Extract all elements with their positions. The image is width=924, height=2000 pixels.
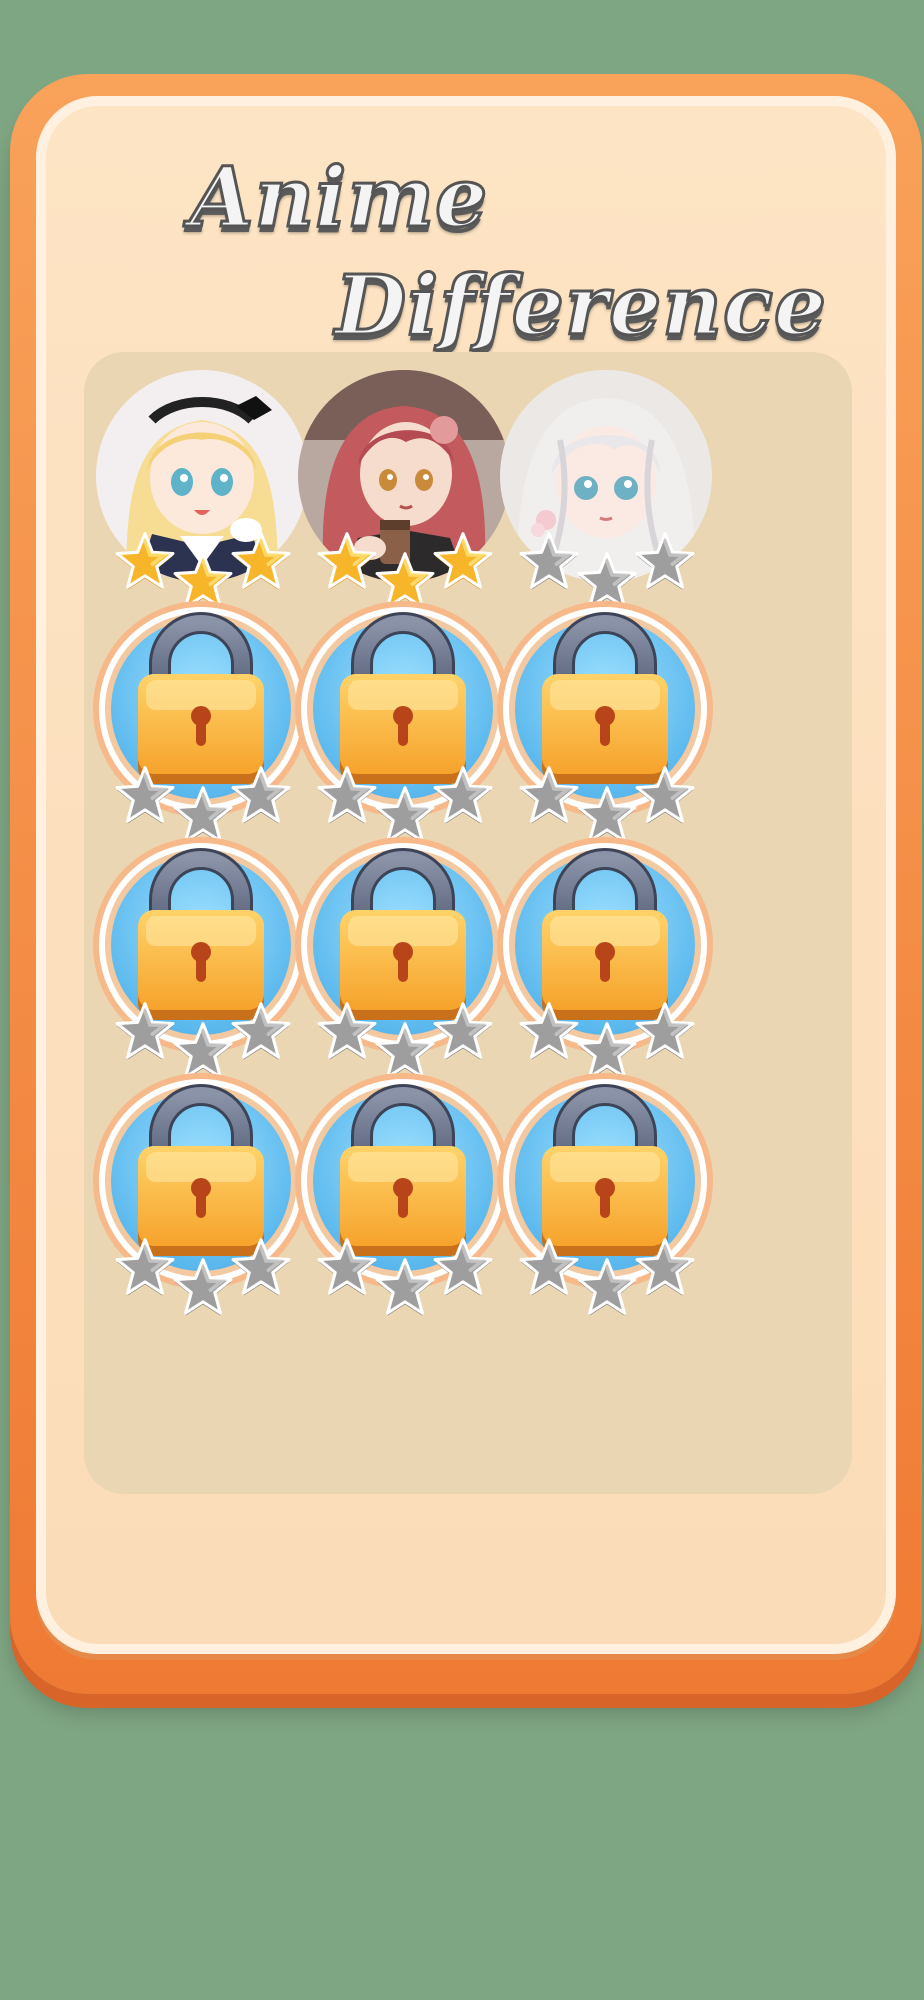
level-grid <box>84 352 852 1494</box>
star-empty-icon <box>518 764 580 826</box>
star-filled-icon <box>230 530 292 592</box>
level-button-1[interactable] <box>94 368 314 628</box>
star-filled-icon <box>432 530 494 592</box>
star-empty-icon <box>316 1236 378 1298</box>
star-filled-icon <box>114 530 176 592</box>
star-empty-icon <box>432 1000 494 1062</box>
star-empty-icon <box>230 1236 292 1298</box>
level-button-4[interactable] <box>93 601 314 862</box>
star-empty-icon <box>634 764 696 826</box>
game-title-line-2: Difference <box>333 257 828 356</box>
game-title-line-1: Anime <box>188 149 489 248</box>
star-empty-icon <box>114 1000 176 1062</box>
level-button-9[interactable] <box>497 837 718 1098</box>
star-filled-icon <box>316 530 378 592</box>
star-empty-icon <box>634 1236 696 1298</box>
level-star-rating <box>296 1236 516 1336</box>
star-empty-icon <box>518 530 580 592</box>
level-button-6[interactable] <box>497 601 718 862</box>
star-empty-icon <box>576 1256 638 1318</box>
star-empty-icon <box>518 1000 580 1062</box>
star-empty-icon <box>634 1000 696 1062</box>
level-button-3[interactable] <box>498 368 718 628</box>
star-empty-icon <box>518 1236 580 1298</box>
level-star-rating <box>498 1236 718 1336</box>
star-empty-icon <box>114 1236 176 1298</box>
level-star-rating <box>94 1236 314 1336</box>
star-empty-icon <box>172 1256 234 1318</box>
star-empty-icon <box>374 1256 436 1318</box>
star-empty-icon <box>114 764 176 826</box>
star-empty-icon <box>316 764 378 826</box>
star-empty-icon <box>316 1000 378 1062</box>
level-button-5[interactable] <box>295 601 516 862</box>
level-button-7[interactable] <box>93 837 314 1098</box>
level-button-12[interactable] <box>497 1073 718 1336</box>
level-button-8[interactable] <box>295 837 516 1098</box>
star-empty-icon <box>432 1236 494 1298</box>
star-empty-icon <box>230 764 292 826</box>
star-empty-icon <box>230 1000 292 1062</box>
star-empty-icon <box>634 530 696 592</box>
level-button-11[interactable] <box>295 1073 516 1336</box>
level-button-2[interactable] <box>296 368 516 628</box>
level-button-10[interactable] <box>93 1073 314 1336</box>
star-empty-icon <box>432 764 494 826</box>
